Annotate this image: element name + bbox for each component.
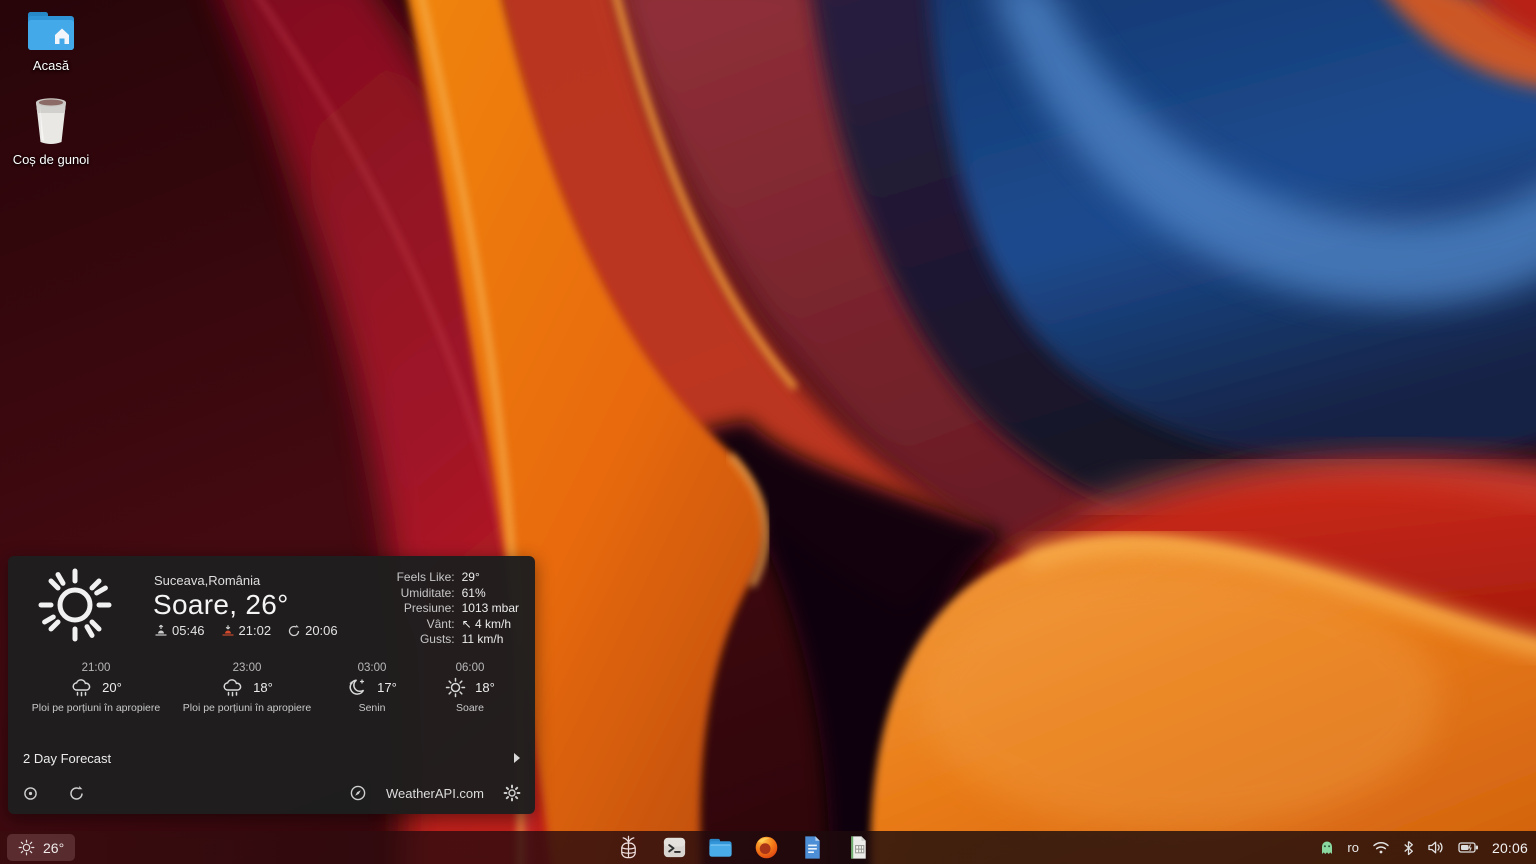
spreadsheet-calc-icon — [845, 834, 872, 861]
writer-document-app-button[interactable] — [798, 833, 827, 862]
compass-button[interactable] — [349, 784, 367, 802]
weather-widget: Suceava,România Soare, 26° 05:46 21:02 — [8, 556, 535, 814]
wifi-icon — [1372, 840, 1390, 855]
calc-spreadsheet-app-button[interactable] — [844, 833, 873, 862]
volume-icon — [1427, 840, 1445, 855]
settings-button[interactable] — [503, 784, 521, 802]
firefox-app-button[interactable] — [752, 833, 781, 862]
refresh-button[interactable] — [68, 785, 85, 802]
weather-stats: Feels Like: 29° Umiditate: 61% Presiune:… — [397, 570, 519, 647]
sunrise-time: 05:46 — [154, 623, 205, 638]
weather-provider-link[interactable]: WeatherAPI.com — [386, 786, 484, 801]
stat-label: Umiditate: — [397, 586, 455, 601]
crosshair-icon — [22, 785, 39, 802]
taskbar: 26° — [0, 831, 1536, 864]
sunset-time: 21:02 — [221, 623, 272, 638]
volume-indicator[interactable] — [1427, 840, 1445, 855]
tray-indicator-button[interactable] — [1320, 840, 1334, 855]
weather-toolbar: WeatherAPI.com — [8, 781, 535, 805]
stat-value: ↖ 4 km/h — [462, 617, 519, 632]
taskbar-weather-temp: 26° — [43, 840, 64, 856]
refresh-icon — [287, 624, 301, 638]
app-launcher-button[interactable] — [614, 833, 643, 862]
stat-value: 11 km/h — [462, 632, 519, 647]
sun-icon — [32, 562, 118, 648]
system-tray: ro — [1320, 831, 1528, 864]
stat-label: Gusts: — [397, 632, 455, 647]
bluetooth-icon — [1403, 840, 1414, 856]
desktop-icon-label: Coș de gunoi — [13, 152, 90, 167]
battery-charging-icon — [1458, 841, 1479, 854]
battery-indicator[interactable] — [1458, 841, 1479, 854]
desktop-icon-home[interactable]: Acasă — [3, 8, 99, 73]
home-folder-icon — [25, 8, 77, 54]
sun-small-icon — [445, 677, 466, 698]
hourly-forecast-item: 21:00 20° Ploi pe porțiuni în apropiere — [25, 662, 167, 716]
keyboard-layout-indicator[interactable]: ro — [1347, 840, 1359, 855]
rain-cloud-icon — [221, 677, 244, 698]
trash-can-icon — [28, 96, 74, 148]
chevron-right-icon — [514, 753, 520, 763]
stat-label: Feels Like: — [397, 570, 455, 585]
document-writer-icon — [799, 834, 826, 861]
bluetooth-indicator[interactable] — [1403, 840, 1414, 856]
clock[interactable]: 20:06 — [1492, 840, 1528, 856]
two-day-forecast-link[interactable]: 2 Day Forecast — [8, 745, 535, 771]
gear-icon — [503, 784, 521, 802]
locate-button[interactable] — [22, 785, 39, 802]
sunset-icon — [221, 624, 235, 637]
folder-icon — [707, 834, 734, 861]
compass-icon — [349, 784, 367, 802]
moon-icon — [347, 677, 368, 698]
green-ghost-icon — [1320, 840, 1334, 855]
wifi-indicator[interactable] — [1372, 840, 1390, 855]
sun-icon — [18, 839, 35, 856]
hourly-forecast-item: 03:00 17° Senin — [328, 662, 416, 716]
terminal-app-button[interactable] — [660, 833, 689, 862]
stat-value: 1013 mbar — [462, 601, 519, 616]
weather-location: Suceava,România — [154, 573, 260, 588]
hourly-forecast-item: 06:00 18° Soare — [426, 662, 514, 716]
sun-times: 05:46 21:02 20:06 — [154, 623, 338, 638]
refresh-icon — [68, 785, 85, 802]
file-manager-app-button[interactable] — [706, 833, 735, 862]
firefox-icon — [753, 834, 780, 861]
sunrise-icon — [154, 624, 168, 637]
taskbar-app-icons — [614, 833, 873, 862]
last-updated-time: 20:06 — [287, 623, 338, 638]
stat-label: Presiune: — [397, 601, 455, 616]
stat-label: Vânt: — [397, 617, 455, 632]
desktop: Acasă Coș de gunoi Suceava — [0, 0, 1536, 864]
app-launcher-icon — [615, 834, 642, 861]
rain-cloud-icon — [70, 677, 93, 698]
taskbar-weather-chip[interactable]: 26° — [7, 834, 75, 861]
stat-value: 61% — [462, 586, 519, 601]
desktop-icon-trash[interactable]: Coș de gunoi — [3, 96, 99, 167]
desktop-icon-label: Acasă — [33, 58, 69, 73]
terminal-icon — [661, 834, 688, 861]
stat-value: 29° — [462, 570, 519, 585]
hourly-forecast-item: 23:00 18° Ploi pe porțiuni în apropiere — [176, 662, 318, 716]
weather-condition: Soare, 26° — [153, 589, 289, 621]
